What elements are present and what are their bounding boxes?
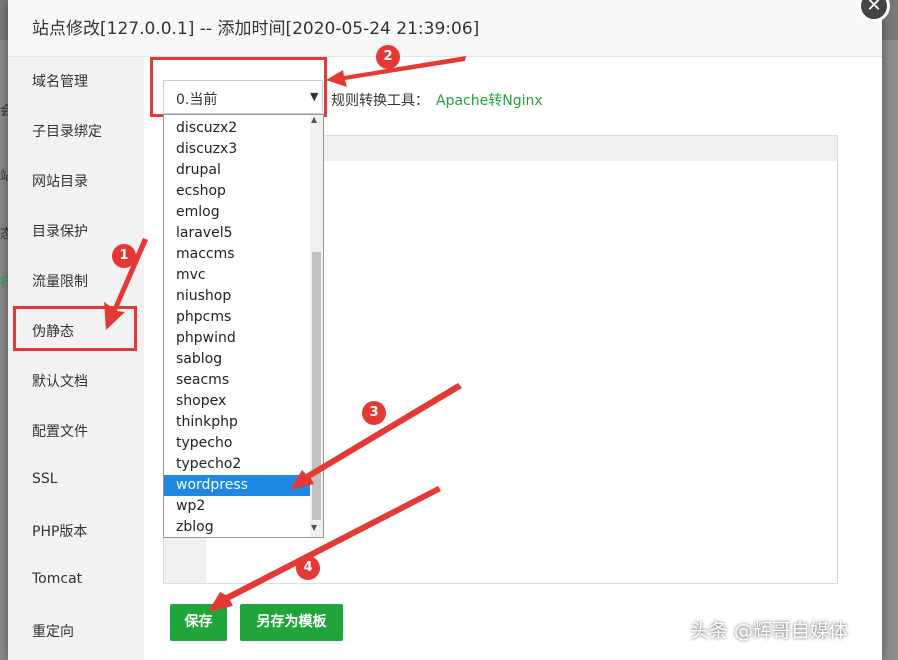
dropdown-scrollbar[interactable]: ▲ ▼ bbox=[310, 115, 323, 537]
sidebar-item-php-version[interactable]: PHP版本 bbox=[32, 521, 87, 541]
annotation-badge-3: 3 bbox=[362, 401, 386, 425]
save-button[interactable]: 保存 bbox=[170, 604, 227, 641]
dropdown-arrow-icon: ▼ bbox=[310, 90, 319, 103]
dropdown-option[interactable]: drupal bbox=[164, 160, 310, 181]
dropdown-option[interactable]: wp2 bbox=[164, 496, 310, 517]
watermark: 头条 @辉哥自媒体 bbox=[690, 620, 849, 642]
dropdown-option[interactable]: emlog bbox=[164, 202, 310, 223]
dropdown-option[interactable]: typecho bbox=[164, 433, 310, 454]
dropdown-option[interactable]: phpcms bbox=[164, 307, 310, 328]
dropdown-option[interactable]: laravel5 bbox=[164, 223, 310, 244]
dropdown-option[interactable]: zblog bbox=[164, 517, 310, 538]
dropdown-option[interactable]: discuzx3 bbox=[164, 139, 310, 160]
sidebar-item-default-doc[interactable]: 默认文档 bbox=[32, 371, 88, 391]
scroll-down-icon[interactable]: ▼ bbox=[311, 523, 317, 532]
annotation-badge-1: 1 bbox=[112, 244, 136, 268]
dropdown-option[interactable]: maccms bbox=[164, 244, 310, 265]
dropdown-option[interactable]: thinkphp bbox=[164, 412, 310, 433]
dropdown-option[interactable]: mvc bbox=[164, 265, 310, 286]
dropdown-option[interactable]: phpwind bbox=[164, 328, 310, 349]
dialog-title: 站点修改[127.0.0.1] -- 添加时间[2020-05-24 21:39… bbox=[32, 19, 480, 39]
dropdown-option[interactable]: ecshop bbox=[164, 181, 310, 202]
sidebar-item-subdir-binding[interactable]: 子目录绑定 bbox=[32, 121, 102, 141]
dropdown-option[interactable]: niushop bbox=[164, 286, 310, 307]
background-page-right bbox=[882, 40, 898, 660]
dropdown-option[interactable]: discuzx2 bbox=[164, 118, 310, 139]
scroll-up-icon[interactable]: ▲ bbox=[311, 115, 317, 124]
dropdown-option[interactable]: typecho2 bbox=[164, 454, 310, 475]
dropdown-option[interactable]: shopex bbox=[164, 391, 310, 412]
active-item-highlight bbox=[13, 306, 137, 351]
apache-to-nginx-link[interactable]: Apache转Nginx bbox=[436, 90, 543, 110]
sidebar-item-domain[interactable]: 域名管理 bbox=[32, 71, 88, 91]
dropdown-option-selected[interactable]: wordpress bbox=[164, 475, 310, 496]
dropdown-option[interactable]: seacms bbox=[164, 370, 310, 391]
dialog-header: 站点修改[127.0.0.1] -- 添加时间[2020-05-24 21:39… bbox=[8, 0, 882, 57]
dropdown-option[interactable]: sablog bbox=[164, 349, 310, 370]
scrollbar-thumb[interactable] bbox=[312, 252, 321, 520]
select-value: 0.当前 bbox=[176, 92, 218, 108]
template-dropdown-list: discuzx2 discuzx3 drupal ecshop emlog la… bbox=[163, 114, 324, 538]
sidebar-item-ssl[interactable]: SSL bbox=[32, 471, 58, 487]
sidebar-item-redirect[interactable]: 重定向 bbox=[32, 621, 74, 641]
rewrite-template-select[interactable]: 0.当前 ▼ bbox=[163, 80, 323, 114]
annotation-badge-4: 4 bbox=[296, 556, 320, 580]
sidebar-item-site-dir[interactable]: 网站目录 bbox=[32, 171, 88, 191]
sidebar-item-traffic-limit[interactable]: 流量限制 bbox=[32, 271, 88, 291]
sidebar-item-tomcat[interactable]: Tomcat bbox=[32, 571, 82, 587]
sidebar-item-config-file[interactable]: 配置文件 bbox=[32, 421, 88, 441]
sidebar-item-dir-protect[interactable]: 目录保护 bbox=[32, 221, 88, 241]
tool-label: 规则转换工具： bbox=[331, 93, 429, 109]
save-as-template-button[interactable]: 另存为模板 bbox=[240, 604, 343, 641]
annotation-badge-2: 2 bbox=[376, 45, 400, 69]
settings-sidebar: 域名管理 子目录绑定 网站目录 目录保护 流量限制 伪静态 默认文档 配置文件 … bbox=[8, 57, 144, 660]
